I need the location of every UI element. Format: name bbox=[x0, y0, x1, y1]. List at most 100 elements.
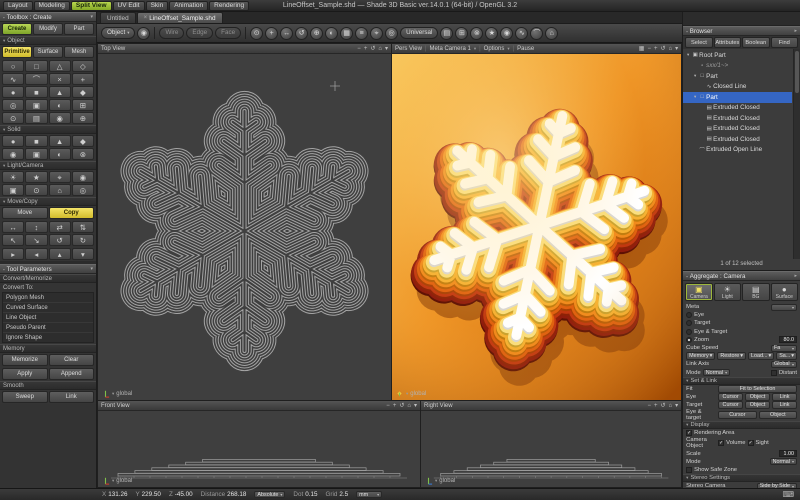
light-camera-icon-4[interactable]: ◉ bbox=[72, 171, 94, 183]
light-camera-icon-3[interactable]: ⌖ bbox=[49, 171, 71, 183]
reset-view-icon[interactable]: ↺ bbox=[370, 46, 375, 52]
aggregate-tab-camera[interactable]: ▣Camera bbox=[685, 283, 712, 301]
primitive-icon-13[interactable]: ◎ bbox=[2, 99, 24, 111]
toolbar-icon-left-10[interactable]: ◎ bbox=[385, 27, 398, 40]
camera-select-mode[interactable]: Normal▾ bbox=[770, 458, 797, 465]
tree-row-extruded-closed-7[interactable]: ▤Extruded Closed bbox=[683, 124, 792, 135]
solid-icon-6[interactable]: ▣ bbox=[25, 148, 47, 160]
type-tabs-primitive[interactable]: Primitive bbox=[2, 46, 32, 58]
front-view-coord-label[interactable]: ▾ global bbox=[101, 476, 132, 485]
create-tabs-modify[interactable]: Modify bbox=[33, 23, 63, 35]
tree-row-extruded-closed-8[interactable]: ▤Extruded Closed bbox=[683, 134, 792, 145]
section-caret-icon[interactable]: ▾ bbox=[686, 422, 688, 428]
toolbar-icon-left-8[interactable]: ≡ bbox=[355, 27, 368, 40]
menu-tab-uv-edit[interactable]: UV Edit bbox=[113, 1, 145, 11]
object-band[interactable]: ▾ Object bbox=[0, 36, 96, 45]
tree-row-part-4[interactable]: ▾□Part bbox=[683, 92, 792, 103]
status-select-mm[interactable]: mm▾ bbox=[356, 491, 382, 498]
apply-button[interactable]: Apply bbox=[2, 368, 48, 380]
create-tabs-create[interactable]: Create bbox=[2, 23, 32, 35]
solid-icon-3[interactable]: ▲ bbox=[49, 135, 71, 147]
convert-item-curved-surface[interactable]: Curved Surface bbox=[3, 303, 93, 313]
transform-icon-3[interactable]: ⇄ bbox=[49, 221, 71, 233]
display-mode-icon[interactable]: ▦ bbox=[639, 46, 645, 52]
checkbox[interactable] bbox=[771, 370, 777, 376]
convert-item-ignore-shape[interactable]: Ignore Shape bbox=[3, 333, 93, 342]
home-view-icon[interactable]: ⌂ bbox=[407, 403, 411, 409]
primitive-icon-4[interactable]: ◇ bbox=[72, 60, 94, 72]
home-view-icon[interactable]: ⌂ bbox=[669, 46, 673, 52]
transform-icon-2[interactable]: ↕ bbox=[25, 221, 47, 233]
solid-icon-1[interactable]: ● bbox=[2, 135, 24, 147]
camera-select-cube-speed[interactable]: Fa▾ bbox=[771, 345, 797, 352]
status-select-absolute[interactable]: Absolute▾ bbox=[254, 491, 285, 498]
chevron-down-icon[interactable]: ▾ bbox=[414, 403, 417, 409]
zoom-out-icon[interactable]: − bbox=[647, 403, 651, 409]
primitive-icon-6[interactable]: ⌒ bbox=[25, 73, 47, 85]
tree-row-root-part-0[interactable]: ▾▣Root Part bbox=[683, 50, 792, 61]
radio-zoom[interactable] bbox=[686, 337, 692, 343]
transform-icon-8[interactable]: ↻ bbox=[72, 234, 94, 246]
camera-select-meta[interactable]: ▾ bbox=[771, 304, 797, 311]
chevron-down-icon[interactable]: ▾ bbox=[675, 46, 678, 52]
viewport-top[interactable]: Top View −+↺⌂▾ ▾ global bbox=[98, 44, 391, 400]
toolbar-icon-left-6[interactable]: ◐ bbox=[325, 27, 338, 40]
radio-eye-target[interactable] bbox=[686, 329, 692, 335]
camera-select-link-axis[interactable]: Global▾ bbox=[771, 361, 797, 368]
clear-button[interactable]: Clear bbox=[49, 354, 95, 366]
extra-icon-3[interactable]: ▴ bbox=[49, 248, 71, 260]
light-camera-icon-7[interactable]: ⌂ bbox=[49, 184, 71, 196]
chevron-down-icon[interactable]: ▾ bbox=[385, 46, 388, 52]
pers-view-canvas[interactable] bbox=[392, 54, 681, 400]
primitive-icon-12[interactable]: ◆ bbox=[72, 86, 94, 98]
keyboard-icon[interactable]: ⌨ bbox=[782, 490, 794, 500]
solid-band[interactable]: ▾ Solid bbox=[0, 125, 96, 134]
top-view-coord-label[interactable]: ▾ global bbox=[101, 389, 132, 398]
browser-tab-attributes[interactable]: Attributes bbox=[714, 37, 741, 48]
section-caret-icon[interactable]: ▾ bbox=[686, 475, 688, 481]
mode-button-face[interactable]: Face bbox=[215, 27, 241, 39]
zoom-in-icon[interactable]: + bbox=[393, 403, 397, 409]
chevron-right-icon[interactable]: ▸ bbox=[794, 28, 797, 34]
toolbar-icon-right-8[interactable]: ⌂ bbox=[545, 27, 558, 40]
transform-icon-6[interactable]: ↘ bbox=[25, 234, 47, 246]
radio-target[interactable] bbox=[686, 320, 692, 326]
chevron-right-icon[interactable]: ▸ bbox=[794, 273, 797, 279]
transform-icon-4[interactable]: ⇅ bbox=[72, 221, 94, 233]
pers-view-coord-label[interactable]: ▾ global bbox=[395, 389, 426, 398]
move-tabs-move[interactable]: Move bbox=[2, 207, 48, 219]
light-camera-icon-2[interactable]: ★ bbox=[25, 171, 47, 183]
menu-tab-rendering[interactable]: Rendering bbox=[209, 1, 249, 11]
zoom-in-icon[interactable]: + bbox=[654, 403, 658, 409]
browser-tab-find[interactable]: Find bbox=[771, 37, 798, 48]
light-camera-icon-1[interactable]: ☀ bbox=[2, 171, 24, 183]
convert-item-pseudo-parent[interactable]: Pseudo Parent bbox=[3, 323, 93, 333]
object-button[interactable]: Object bbox=[759, 411, 797, 419]
pause-button[interactable]: Pause bbox=[517, 46, 534, 52]
viewport-right[interactable]: Right View −+↺⌂▾ ▾ global bbox=[421, 401, 681, 487]
solid-icon-7[interactable]: ◐ bbox=[49, 148, 71, 160]
primitive-icon-8[interactable]: + bbox=[72, 73, 94, 85]
toolbar-icon-right-6[interactable]: ∿ bbox=[515, 27, 528, 40]
tree-row-part-2[interactable]: ▾□Part bbox=[683, 71, 792, 82]
primitive-icon-11[interactable]: ▲ bbox=[49, 86, 71, 98]
solid-icon-4[interactable]: ◆ bbox=[72, 135, 94, 147]
checkbox[interactable] bbox=[686, 467, 692, 473]
front-view-canvas[interactable] bbox=[98, 411, 420, 487]
solid-icon-8[interactable]: ⊗ bbox=[72, 148, 94, 160]
tree-row-extruded-open-line-9[interactable]: ⌒Extruded Open Line bbox=[683, 145, 792, 156]
cursor-button[interactable]: Cursor bbox=[718, 411, 756, 419]
cursor-button[interactable]: Cursor bbox=[718, 401, 743, 409]
home-view-icon[interactable]: ⌂ bbox=[669, 403, 673, 409]
type-tabs-surface[interactable]: Surface bbox=[33, 46, 63, 58]
radio-eye[interactable] bbox=[686, 312, 692, 318]
checkbox[interactable]: ✓ bbox=[718, 440, 724, 446]
tree-row-extruded-closed-5[interactable]: ▤Extruded Closed bbox=[683, 103, 792, 114]
mode-button-wire[interactable]: Wire bbox=[159, 27, 184, 39]
transform-icon-7[interactable]: ↺ bbox=[49, 234, 71, 246]
menu-tab-animation[interactable]: Animation bbox=[169, 1, 208, 11]
camera-field-scale[interactable]: 1.00 bbox=[779, 450, 797, 457]
right-view-coord-label[interactable]: ▾ global bbox=[424, 476, 455, 485]
type-tabs-mesh[interactable]: Mesh bbox=[64, 46, 94, 58]
zoom-out-icon[interactable]: − bbox=[647, 46, 651, 52]
